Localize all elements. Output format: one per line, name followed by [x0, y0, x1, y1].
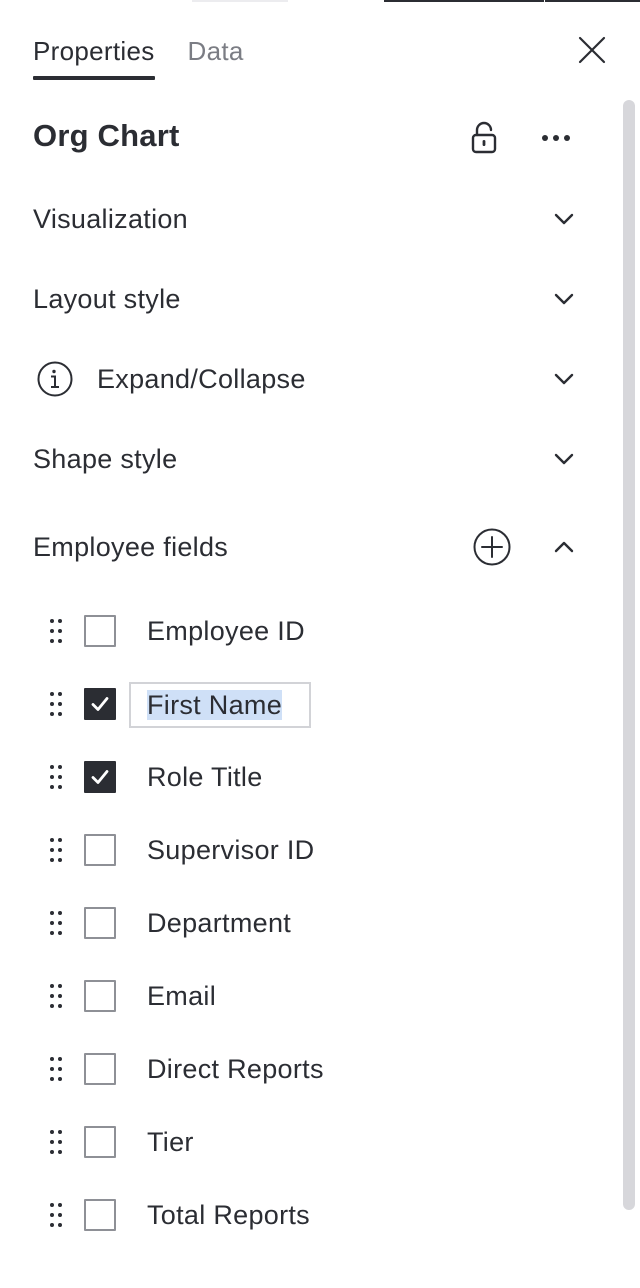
field-label: Supervisor ID	[147, 835, 315, 865]
section-label: Expand/Collapse	[97, 364, 306, 394]
field-checkbox[interactable]	[84, 834, 116, 866]
section-visualization[interactable]: Visualization	[0, 189, 610, 249]
drag-handle-icon[interactable]	[48, 690, 64, 718]
checkmark-icon	[91, 770, 109, 784]
unlock-icon	[471, 121, 497, 154]
add-field-button[interactable]	[472, 527, 512, 567]
drag-handle-icon[interactable]	[48, 909, 64, 937]
chevron-up-icon	[554, 541, 574, 553]
panel-tabs: Properties Data	[33, 28, 244, 80]
section-employee-fields[interactable]: Employee fields	[0, 517, 610, 577]
field-label: Employee ID	[147, 616, 305, 646]
field-checkbox[interactable]	[84, 1199, 116, 1231]
field-label: Role Title	[147, 762, 263, 792]
field-row-tier: Tier	[0, 1112, 610, 1172]
field-label: Direct Reports	[147, 1054, 324, 1084]
field-checkbox[interactable]	[84, 761, 116, 793]
checkmark-icon	[91, 697, 109, 711]
close-button[interactable]	[576, 34, 608, 66]
field-label: Department	[147, 908, 292, 938]
drag-handle-icon[interactable]	[48, 982, 64, 1010]
field-label: Total Reports	[147, 1200, 310, 1230]
field-checkbox[interactable]	[84, 980, 116, 1012]
top-strip-segment	[545, 0, 640, 2]
drag-handle-icon[interactable]	[48, 1128, 64, 1156]
field-label: Email	[147, 981, 217, 1011]
tab-properties[interactable]: Properties	[33, 28, 155, 80]
field-row-department: Department	[0, 893, 610, 953]
lock-button[interactable]	[468, 120, 500, 156]
section-label: Layout style	[33, 284, 181, 314]
field-row-first-name: First Name	[0, 674, 610, 734]
drag-handle-icon[interactable]	[48, 763, 64, 791]
close-icon	[578, 36, 606, 64]
panel-scrollbar[interactable]	[623, 100, 635, 1210]
field-row-role-title: Role Title	[0, 747, 610, 807]
info-icon[interactable]	[37, 361, 73, 397]
field-row-supervisor-id: Supervisor ID	[0, 820, 610, 880]
field-checkbox[interactable]	[84, 907, 116, 939]
section-label: Employee fields	[33, 532, 229, 562]
section-shape-style[interactable]: Shape style	[0, 429, 610, 489]
more-horizontal-icon	[542, 135, 570, 141]
section-label: Shape style	[33, 444, 178, 474]
field-row-direct-reports: Direct Reports	[0, 1039, 610, 1099]
section-label: Visualization	[33, 204, 188, 234]
chevron-down-icon	[554, 213, 574, 225]
field-label: Tier	[147, 1127, 194, 1157]
section-layout-style[interactable]: Layout style	[0, 269, 610, 329]
field-checkbox[interactable]	[84, 615, 116, 647]
chevron-down-icon	[554, 293, 574, 305]
field-checkbox[interactable]	[84, 688, 116, 720]
drag-handle-icon[interactable]	[48, 617, 64, 645]
field-row-employee-id: Employee ID	[0, 601, 610, 661]
selected-text: First Name	[147, 690, 283, 720]
add-circle-icon	[473, 528, 511, 566]
section-expand-collapse[interactable]: Expand/Collapse	[0, 349, 610, 409]
drag-handle-icon[interactable]	[48, 1055, 64, 1083]
top-strip-segment	[192, 0, 288, 2]
panel-title: Org Chart	[33, 118, 180, 153]
chevron-down-icon	[554, 453, 574, 465]
field-row-email: Email	[0, 966, 610, 1026]
chevron-down-icon	[554, 373, 574, 385]
field-checkbox[interactable]	[84, 1053, 116, 1085]
field-checkbox[interactable]	[84, 1126, 116, 1158]
field-row-total-reports: Total Reports	[0, 1185, 610, 1245]
drag-handle-icon[interactable]	[48, 836, 64, 864]
top-strip-segment	[384, 0, 544, 2]
more-options-button[interactable]	[540, 124, 572, 152]
field-name-input[interactable]: First Name	[129, 682, 311, 728]
drag-handle-icon[interactable]	[48, 1201, 64, 1229]
tab-data[interactable]: Data	[188, 28, 244, 74]
